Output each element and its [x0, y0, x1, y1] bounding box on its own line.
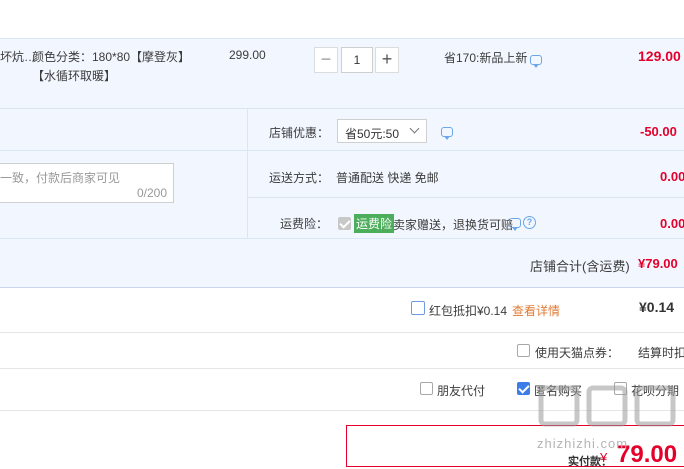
message-textarea[interactable]: 一致，付款后商家可见 0/200 [0, 163, 174, 203]
quantity-minus-button[interactable]: − [314, 47, 338, 73]
quantity-input[interactable] [341, 47, 373, 73]
quantity-plus-button[interactable]: + [375, 47, 399, 73]
shop-panel-bottom-border [0, 287, 684, 288]
insurance-label: 运费险： [280, 217, 329, 231]
watermark-logo [537, 384, 682, 428]
item-title[interactable]: 坏炕… [0, 48, 36, 65]
help-icon[interactable]: ? [523, 216, 536, 229]
shop-discount-amount: -50.00 [640, 124, 677, 139]
message-counter: 0/200 [136, 186, 167, 200]
chevron-down-icon [409, 123, 420, 134]
payable-currency: ¥ [600, 450, 608, 465]
anonymous-checkbox[interactable] [517, 382, 530, 395]
shop-total-value: ¥79.00 [638, 256, 678, 271]
shop-row-border-2 [247, 197, 684, 198]
message-placeholder: 一致，付款后商家可见 [0, 171, 121, 185]
insurance-badge: 运费险 [354, 214, 395, 233]
redpacket-detail-link[interactable]: 查看详情 [512, 302, 560, 319]
tmall-points-right-text: 结算时扣除 [638, 346, 684, 360]
friend-pay-checkbox[interactable] [420, 382, 433, 395]
insurance-checkbox [338, 217, 351, 230]
tmall-points-label: 使用天猫点券： [535, 346, 620, 360]
row-divider [0, 368, 684, 369]
delivery-label: 运送方式： [269, 171, 330, 185]
shop-row-border-1 [0, 150, 684, 151]
tmall-points-checkbox[interactable] [517, 344, 530, 357]
delivery-amount: 0.00 [660, 169, 684, 184]
shop-discount-label: 店铺优惠： [269, 126, 330, 140]
item-row-top-border [0, 38, 684, 39]
shop-discount-select[interactable]: 省50元:50 [337, 119, 427, 143]
shop-discount-select-value: 省50元:50 [345, 127, 400, 141]
chat-icon[interactable] [530, 55, 542, 68]
redpacket-label: 红包抵扣¥0.14 [429, 304, 508, 318]
redpacket-amount: ¥0.14 [639, 299, 675, 315]
friend-pay-label: 朋友代付 [437, 384, 486, 398]
item-promo: 省170:新品上新 [444, 51, 528, 65]
insurance-text: 卖家赠送，退换货可赔 [393, 218, 514, 232]
item-unit-price: 299.00 [229, 48, 266, 62]
shop-row-border-3 [0, 238, 684, 239]
chat-icon[interactable] [509, 218, 521, 231]
redpacket-checkbox[interactable] [411, 301, 425, 315]
row-divider [0, 332, 684, 333]
delivery-value: 普通配送 快递 免邮 [336, 171, 439, 185]
shop-panel-top-border [0, 108, 684, 109]
watermark-text: zhizhizhi.com [537, 436, 629, 451]
chat-icon[interactable] [441, 127, 453, 140]
item-sku-line1: 颜色分类：180*80【摩登灰】 [32, 50, 191, 64]
shop-total-label: 店铺合计(含运费) [530, 259, 630, 274]
shop-panel-divider [247, 108, 248, 238]
item-subtotal: 129.00 [638, 48, 681, 64]
item-sku-line2: 【水循环取暖】 [32, 69, 117, 83]
insurance-amount: 0.00 [660, 216, 684, 231]
